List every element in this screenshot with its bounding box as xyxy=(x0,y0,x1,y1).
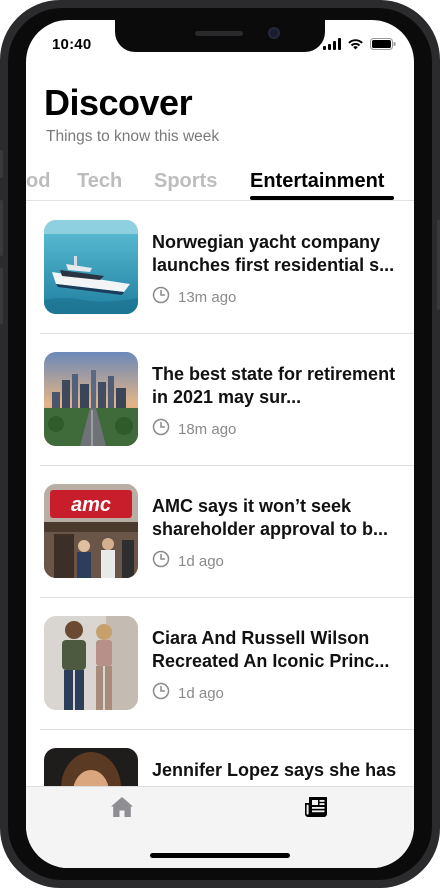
article-meta: 1d ago xyxy=(152,682,224,705)
amc-theater-photo: amc xyxy=(44,484,138,578)
tabs-divider xyxy=(26,200,414,201)
volume-up-button xyxy=(0,200,3,256)
home-indicator[interactable] xyxy=(150,853,290,858)
volume-down-button xyxy=(0,268,3,324)
article-item[interactable]: The best state for retirement in 2021 ma… xyxy=(40,334,414,466)
article-meta: 13m ago xyxy=(152,286,236,309)
page-title: Discover xyxy=(44,82,193,123)
article-list: Norwegian yacht company launches first r… xyxy=(26,202,414,788)
front-camera xyxy=(268,27,280,39)
clock-icon xyxy=(152,682,170,705)
tab-tech[interactable]: Tech xyxy=(77,170,122,193)
article-headline[interactable]: AMC says it won’t seek shareholder appro… xyxy=(152,495,402,541)
tab-entertainment[interactable]: Entertainment xyxy=(250,170,384,193)
article-time: 1d ago xyxy=(178,553,224,570)
status-time: 10:40 xyxy=(52,36,92,53)
status-icons xyxy=(323,37,396,55)
article-time: 13m ago xyxy=(178,289,237,306)
cellular-signal-icon xyxy=(323,37,341,55)
clock-icon xyxy=(152,550,170,573)
article-headline[interactable]: Norwegian yacht company launches first r… xyxy=(152,231,402,277)
article-item[interactable]: Ciara And Russell Wilson Recreated An Ic… xyxy=(40,598,414,730)
article-item[interactable]: amc AMC says it won’t seek shareholder a… xyxy=(40,466,414,598)
portrait-photo xyxy=(44,748,138,788)
tab-bar-home-button[interactable] xyxy=(104,795,140,823)
notch xyxy=(115,20,325,52)
earpiece-speaker xyxy=(195,31,243,36)
bottom-tab-bar xyxy=(26,786,414,868)
mute-switch xyxy=(0,150,3,178)
wifi-icon xyxy=(347,37,364,55)
city-skyline-photo xyxy=(44,352,138,446)
tab-bar-news-button[interactable] xyxy=(298,795,334,823)
yacht-photo xyxy=(44,220,138,314)
article-headline[interactable]: Jennifer Lopez says she has xyxy=(152,759,402,782)
article-time: 18m ago xyxy=(178,421,237,438)
article-item[interactable]: Jennifer Lopez says she has xyxy=(40,730,414,788)
category-tabs: od Tech Sports Entertainment xyxy=(26,166,414,202)
article-headline[interactable]: The best state for retirement in 2021 ma… xyxy=(152,363,402,409)
article-item[interactable]: Norwegian yacht company launches first r… xyxy=(40,202,414,334)
article-meta: 1d ago xyxy=(152,550,224,573)
tab-sports[interactable]: Sports xyxy=(154,170,217,193)
article-meta: 18m ago xyxy=(152,418,236,441)
battery-icon xyxy=(370,37,396,55)
clock-icon xyxy=(152,286,170,309)
article-time: 1d ago xyxy=(178,685,224,702)
newspaper-icon xyxy=(304,796,328,823)
app-screen: 10:40 Discover Things to know this week … xyxy=(26,20,414,868)
page-subtitle: Things to know this week xyxy=(46,128,220,145)
tab-food[interactable]: od xyxy=(26,170,50,193)
couple-photo xyxy=(44,616,138,710)
clock-icon xyxy=(152,418,170,441)
home-icon xyxy=(110,796,134,823)
article-headline[interactable]: Ciara And Russell Wilson Recreated An Ic… xyxy=(152,627,402,673)
svg-text:amc: amc xyxy=(71,494,111,516)
